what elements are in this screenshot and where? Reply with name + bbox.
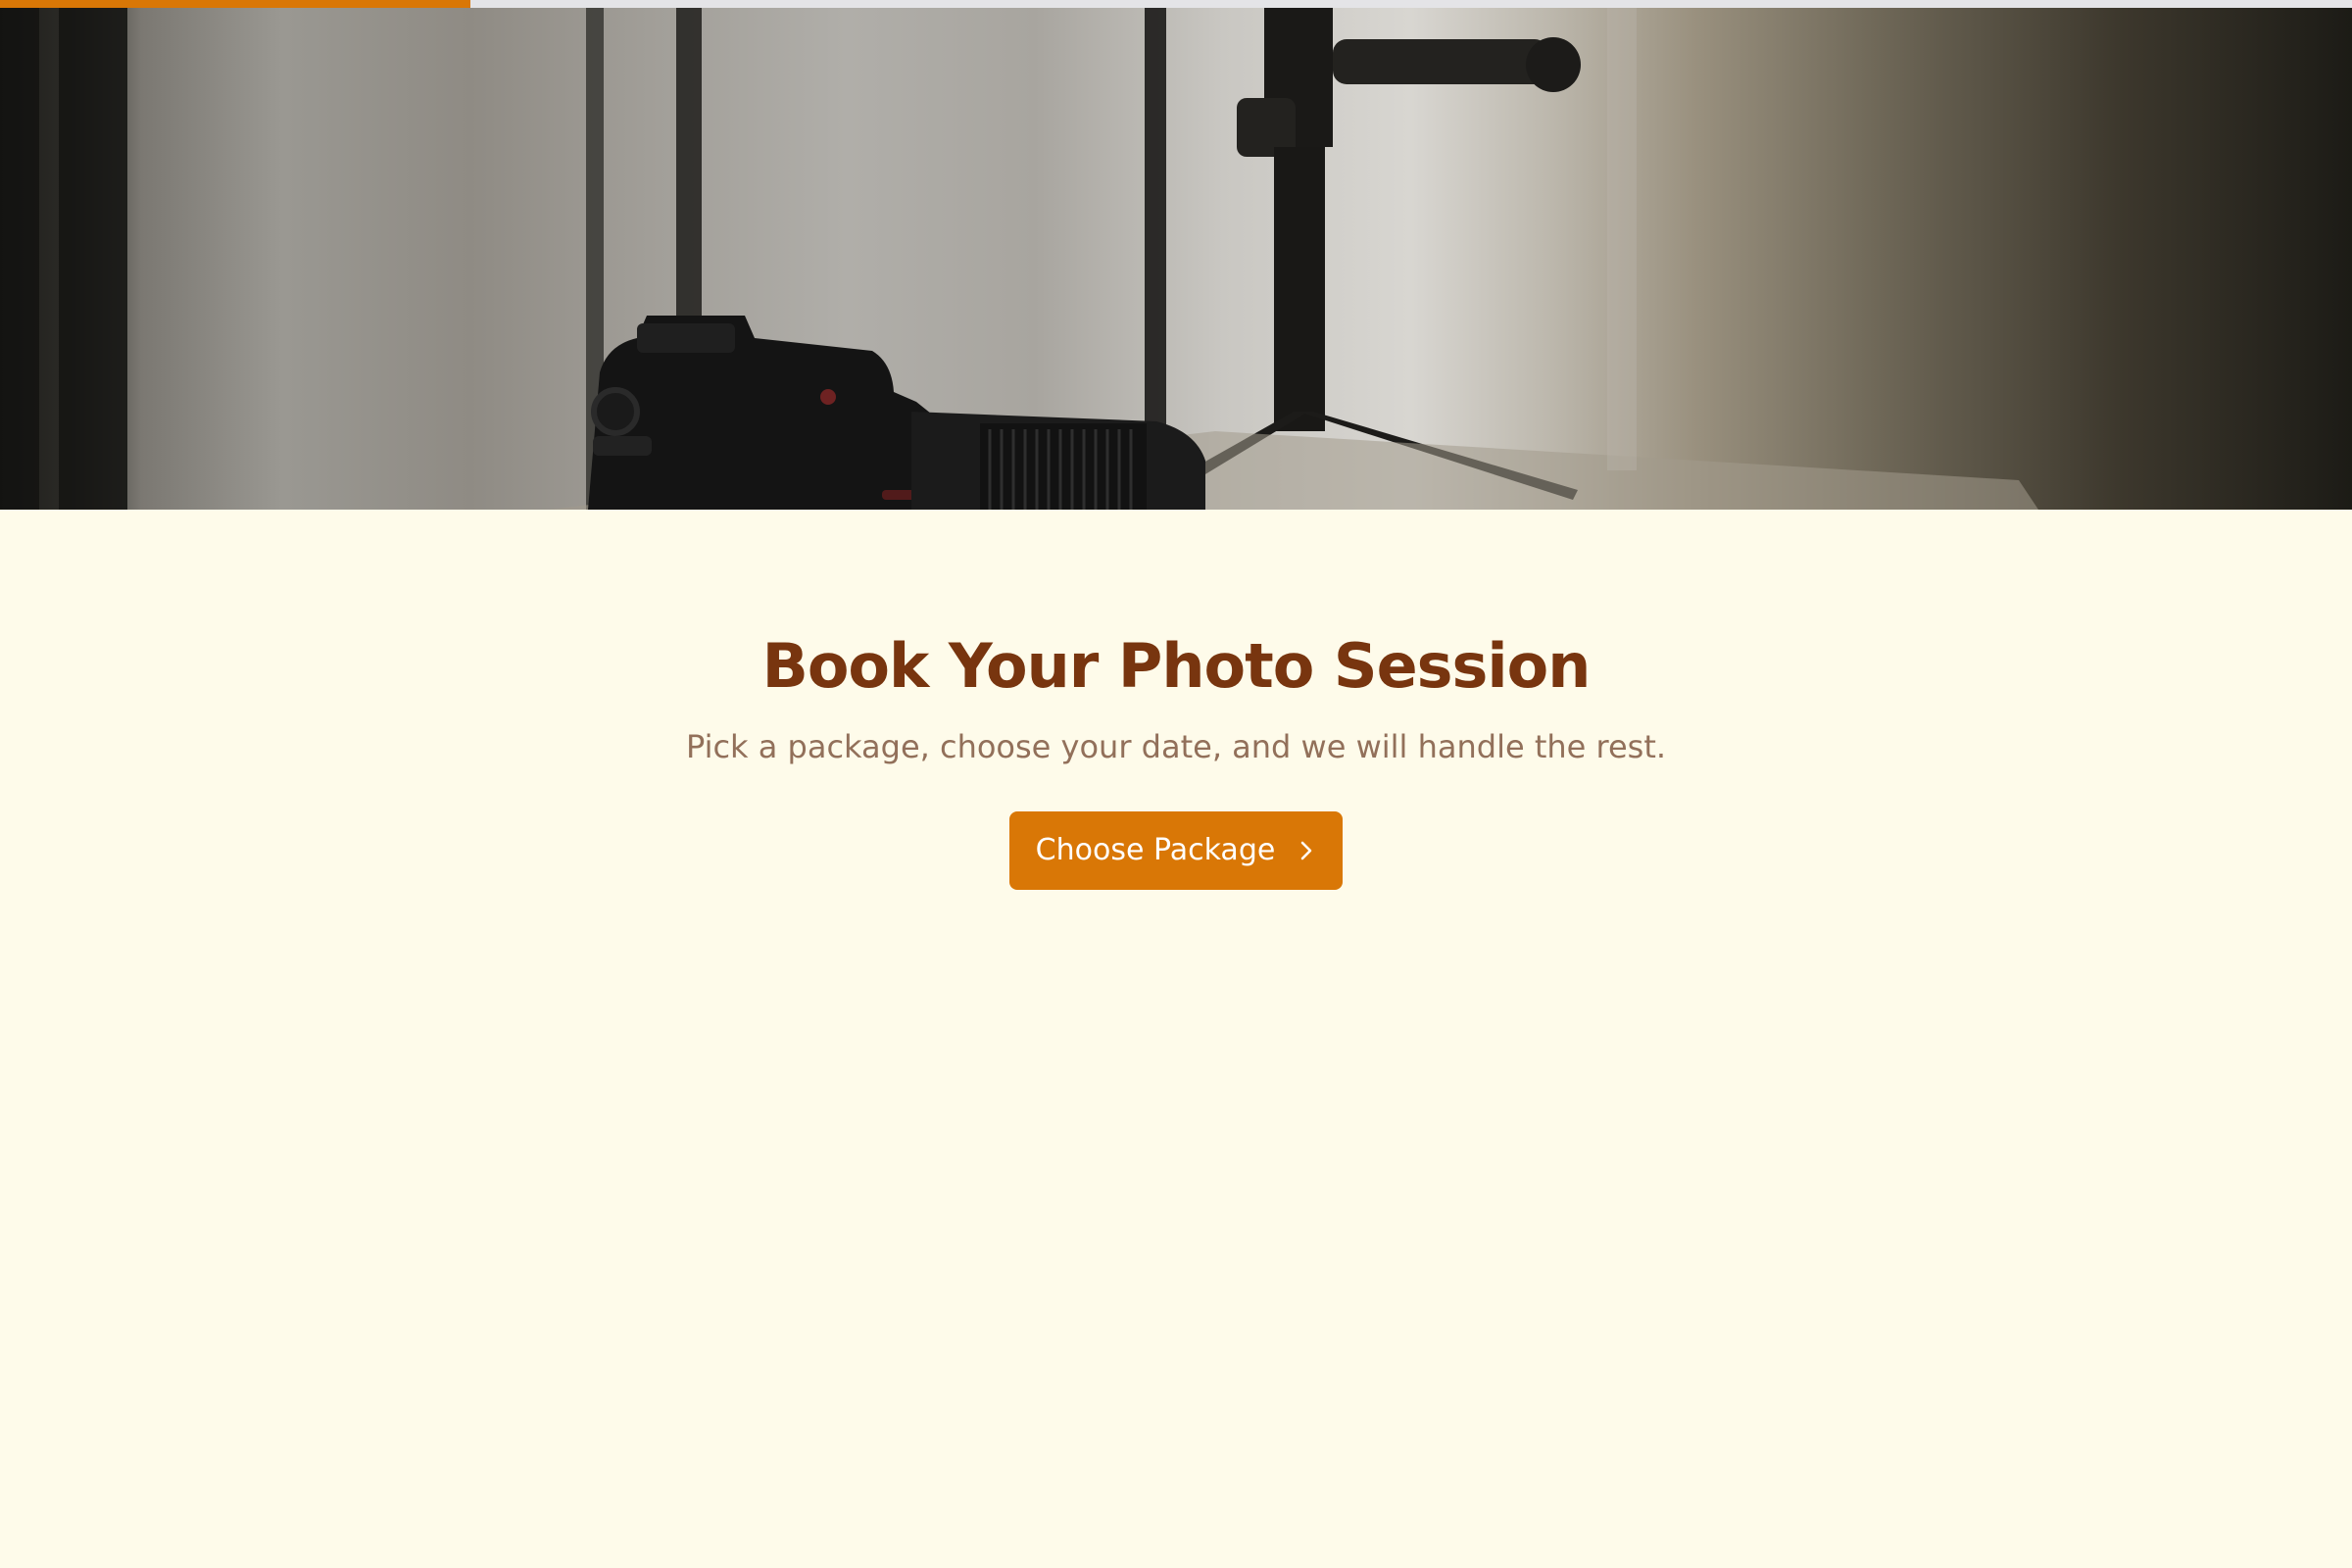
hero-image <box>0 0 2352 510</box>
booking-intro: Book Your Photo Session Pick a package, … <box>0 510 2352 890</box>
booking-page: Book Your Photo Session Pick a package, … <box>0 0 2352 1568</box>
chevron-right-icon <box>1301 841 1312 860</box>
choose-package-button[interactable]: Choose Package <box>1009 810 1343 890</box>
hero-photo-illustration <box>0 0 2038 510</box>
choose-package-label: Choose Package <box>1035 833 1276 868</box>
progress-bar <box>0 0 2352 8</box>
page-title: Book Your Photo Session <box>761 630 1592 702</box>
progress-bar-fill <box>0 0 470 8</box>
page-subtitle: Pick a package, choose your date, and we… <box>685 728 1667 766</box>
